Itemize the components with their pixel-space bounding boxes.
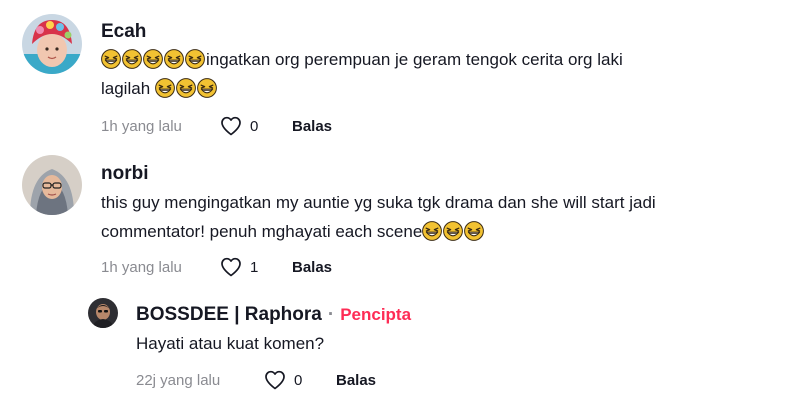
comment-text: ingatkan org perempuan je geram tengok c… [101,45,623,103]
comment-timestamp: 1h yang lalu [101,258,182,276]
reply-text: Hayati atau kuat komen? [136,334,325,353]
laughing-emoji-icon [422,221,442,241]
comment-text-line: this guy mengingatkan my auntie yg suka … [101,193,656,212]
comment-text-line: lagilah [101,79,151,98]
laughing-emoji-icon [464,221,484,241]
comment-meta: 1h yang lalu 1 Balas [101,255,332,279]
laughing-emoji-icon [197,78,217,98]
comment-meta: 1h yang lalu 0 Balas [101,114,332,138]
laughing-emoji-icon [176,78,196,98]
reply-username[interactable]: BOSSDEE | Raphora [136,304,322,325]
like-count: 1 [250,258,259,276]
separator-dot: · [327,304,335,325]
comment-username[interactable]: norbi [101,163,149,185]
reply-header: BOSSDEE | Raphora · Pencipta [136,304,411,326]
reply-button[interactable]: Balas [292,259,332,276]
like-button[interactable]: 0 [219,114,292,138]
reply-button[interactable]: Balas [292,118,332,135]
like-button[interactable]: 1 [219,255,292,279]
reply-meta: 22j yang lalu 0 Balas [136,368,376,392]
creator-badge: Pencipta [340,305,412,324]
avatar[interactable] [88,298,118,328]
comment-username[interactable]: Ecah [101,21,146,43]
reply-timestamp: 22j yang lalu [136,371,221,389]
laughing-emoji-icon [185,49,205,69]
laughing-emoji-icon [143,49,163,69]
comment-text-line: commentator! penuh mghayati each scene [101,222,423,241]
reply-button[interactable]: Balas [336,372,376,389]
laughing-emoji-icon [101,49,121,69]
laughing-emoji-icon [164,49,184,69]
like-button[interactable]: 0 [263,368,336,392]
heart-outline-icon[interactable] [263,368,287,392]
laughing-emoji-icon [443,221,463,241]
comment-text-line: ingatkan org perempuan je geram tengok c… [206,50,623,69]
heart-outline-icon[interactable] [219,114,243,138]
laughing-emoji-icon [122,49,142,69]
comment-text: this guy mengingatkan my auntie yg suka … [101,188,656,246]
like-count: 0 [294,371,303,389]
heart-outline-icon[interactable] [219,255,243,279]
comment-timestamp: 1h yang lalu [101,117,182,135]
avatar[interactable] [22,14,82,74]
like-count: 0 [250,117,259,135]
avatar[interactable] [22,155,82,215]
laughing-emoji-icon [155,78,175,98]
